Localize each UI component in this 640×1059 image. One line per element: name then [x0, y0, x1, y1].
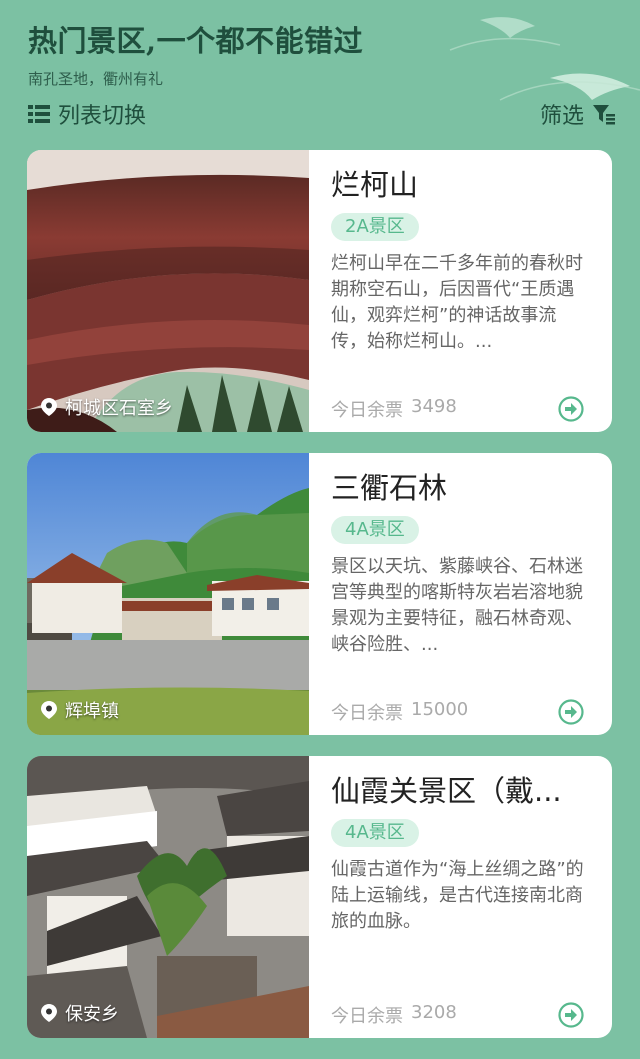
ticket-count: 3208: [411, 1002, 457, 1023]
location-tag: 保安乡: [41, 1000, 119, 1026]
view-toggle-label: 列表切换: [58, 104, 147, 129]
scenic-list: 柯城区石室乡 烂柯山 2A景区 烂柯山早在二千多年前的春秋时期称空石山，后因晋代…: [27, 150, 612, 1059]
scenic-name: 烂柯山: [331, 168, 419, 202]
ticket-info: 今日余票 3208: [331, 1002, 457, 1028]
ticket-label: 今日余票: [331, 1006, 403, 1027]
scenic-photo: 保安乡: [27, 756, 309, 1038]
scenic-name: 三衢石林: [331, 471, 448, 505]
card-footer: 今日余票 15000: [331, 699, 584, 725]
level-badge: 4A景区: [331, 516, 419, 544]
scenic-photo: 柯城区石室乡: [27, 150, 309, 432]
ticket-label: 今日余票: [331, 400, 403, 421]
scenic-description: 景区以天坑、紫藤峡谷、石林迷宫等典型的喀斯特灰岩岩溶地貌景观为主要特征，融石林奇…: [331, 556, 583, 655]
header: 热门景区,一个都不能错过 南孔圣地，衢州有礼: [28, 18, 640, 89]
location-pin-icon: [41, 701, 57, 719]
ticket-count: 3498: [411, 396, 457, 417]
location-pin-icon: [41, 1004, 57, 1022]
location-pin-icon: [41, 398, 57, 416]
ticket-count: 15000: [411, 699, 469, 720]
location-text: 保安乡: [65, 1004, 119, 1025]
location-tag: 辉埠镇: [41, 697, 119, 723]
page-title: 热门景区,一个都不能错过: [28, 24, 364, 58]
toolbar: 列表切换 筛选: [28, 98, 616, 130]
card-info: 三衢石林 4A景区 景区以天坑、紫藤峡谷、石林迷宫等典型的喀斯特灰岩岩溶地貌景观…: [309, 453, 612, 735]
level-badge: 4A景区: [331, 819, 419, 847]
ticket-info: 今日余票 3498: [331, 396, 457, 422]
view-toggle-button[interactable]: 列表切换: [28, 98, 146, 130]
arrow-right-icon[interactable]: [558, 396, 584, 422]
scenic-description: 烂柯山早在二千多年前的春秋时期称空石山，后因晋代“王质遇仙，观弈烂柯”的神话故事…: [331, 253, 583, 352]
scenic-name: 仙霞关景区（戴...: [331, 774, 562, 808]
ticket-info: 今日余票 15000: [331, 699, 468, 725]
filter-label: 筛选: [539, 104, 584, 129]
scenic-card[interactable]: 柯城区石室乡 烂柯山 2A景区 烂柯山早在二千多年前的春秋时期称空石山，后因晋代…: [27, 150, 612, 432]
scenic-card[interactable]: 保安乡 仙霞关景区（戴... 4A景区 仙霞古道作为“海上丝绸之路”的陆上运输线…: [27, 756, 612, 1038]
ticket-label: 今日余票: [331, 703, 403, 724]
filter-button[interactable]: 筛选: [540, 98, 616, 130]
arrow-right-icon[interactable]: [558, 1002, 584, 1028]
page-subtitle: 南孔圣地，衢州有礼: [28, 70, 164, 88]
card-footer: 今日余票 3208: [331, 1002, 584, 1028]
scenic-card[interactable]: 辉埠镇 三衢石林 4A景区 景区以天坑、紫藤峡谷、石林迷宫等典型的喀斯特灰岩岩溶…: [27, 453, 612, 735]
card-info: 烂柯山 2A景区 烂柯山早在二千多年前的春秋时期称空石山，后因晋代“王质遇仙，观…: [309, 150, 612, 432]
location-tag: 柯城区石室乡: [41, 394, 173, 420]
level-badge: 2A景区: [331, 213, 419, 241]
location-text: 柯城区石室乡: [65, 398, 173, 419]
list-icon: [28, 105, 50, 123]
arrow-right-icon[interactable]: [558, 699, 584, 725]
card-footer: 今日余票 3498: [331, 396, 584, 422]
card-info: 仙霞关景区（戴... 4A景区 仙霞古道作为“海上丝绸之路”的陆上运输线，是古代…: [309, 756, 612, 1038]
scenic-photo: 辉埠镇: [27, 453, 309, 735]
filter-icon: [593, 105, 615, 125]
location-text: 辉埠镇: [65, 701, 119, 722]
scenic-description: 仙霞古道作为“海上丝绸之路”的陆上运输线，是古代连接南北商旅的血脉。: [331, 859, 584, 932]
